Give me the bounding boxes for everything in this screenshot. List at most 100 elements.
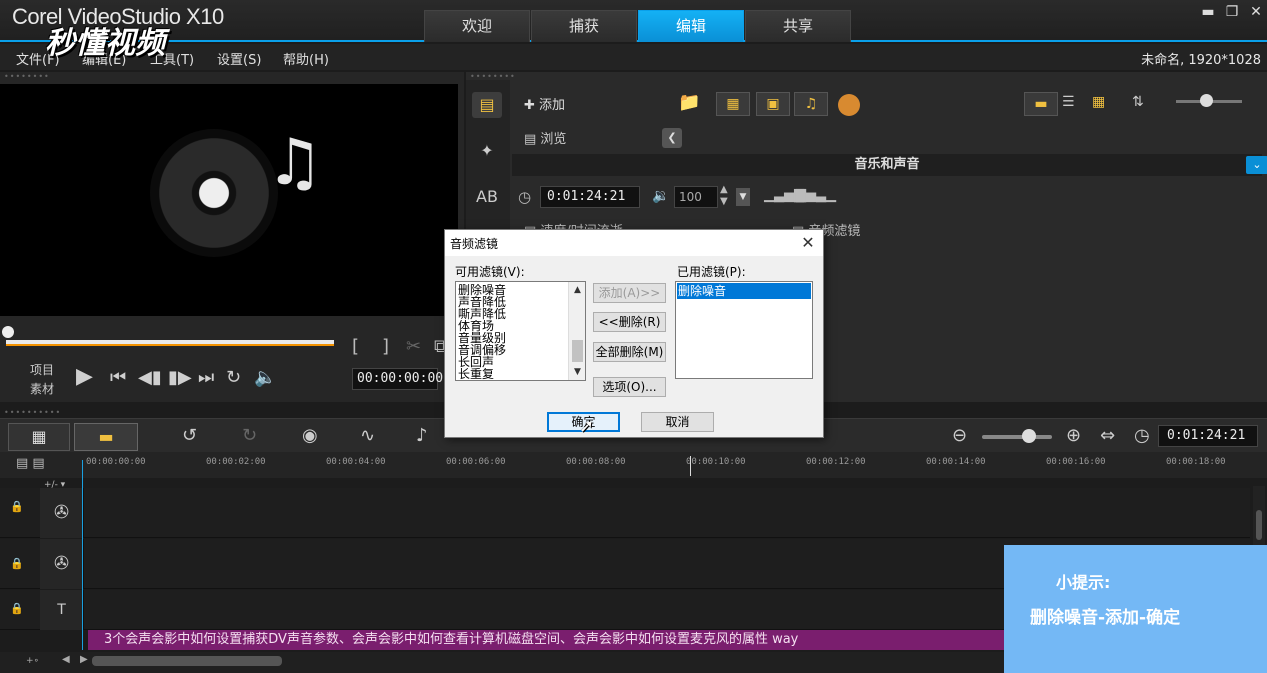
options-button[interactable]: 选项(O)... — [593, 377, 666, 397]
scroll-left-icon[interactable]: ◀ — [62, 654, 70, 665]
list-item[interactable]: 声音降低 — [458, 296, 570, 308]
lock-icon[interactable]: 🔒 — [10, 557, 24, 570]
mode-clip[interactable]: 素材 — [30, 380, 54, 399]
lock-icon[interactable]: 🔒 — [10, 602, 24, 615]
undo-icon[interactable]: ↺ — [182, 425, 197, 446]
fit-project-icon[interactable]: ⇔ — [1100, 425, 1115, 446]
ruler-tick: 00:00:10:00 — [686, 457, 746, 467]
list-item[interactable]: 删除噪音 — [458, 284, 570, 296]
timeline-view-icon[interactable]: ▬ — [74, 423, 138, 451]
scroll-down-icon[interactable]: ▼ — [569, 364, 586, 380]
zoom-in-icon[interactable]: ⊕ — [1066, 425, 1081, 446]
preview-timecode[interactable]: 00:00:00:00 — [352, 368, 443, 390]
scroll-right-icon[interactable]: ▶ — [80, 654, 88, 665]
end-icon[interactable]: ⏭ — [198, 367, 214, 388]
applied-filters-list[interactable]: 删除噪音 — [675, 281, 813, 379]
online-media-icon[interactable] — [838, 94, 860, 116]
tab-capture[interactable]: 捕获 — [531, 10, 637, 42]
video-track[interactable]: 🔒 ✇ — [0, 488, 1250, 538]
expand-track-icon[interactable]: +∘ — [26, 656, 39, 666]
duration-timecode[interactable]: 0:01:24:21 — [540, 186, 640, 208]
panel-grip[interactable]: •••••••••• — [4, 408, 61, 417]
list-item[interactable]: 体育场 — [458, 320, 570, 332]
scrubber-bar[interactable] — [6, 340, 334, 346]
show-photo-icon[interactable]: ▣ — [756, 92, 790, 116]
panel-grip[interactable]: •••••••• — [4, 72, 50, 81]
available-filters-list[interactable]: 删除噪音 声音降低 嘶声降低 体育场 音量级别 音调偏移 长回声 长重复 ▲ ▼ — [455, 281, 586, 381]
sound-mixer-icon[interactable]: ∿ — [360, 425, 375, 446]
zoom-slider[interactable] — [982, 435, 1052, 439]
horizontal-scroll-thumb[interactable] — [92, 656, 282, 666]
volume-dropdown[interactable]: ▼ — [736, 188, 750, 206]
show-audio-icon[interactable]: ♫ — [794, 92, 828, 116]
repeat-icon[interactable]: ↻ — [226, 367, 241, 388]
restore-button[interactable]: ❐ — [1222, 4, 1242, 20]
list-scroll-thumb[interactable] — [572, 340, 583, 362]
grid-view-icon[interactable]: ▦ — [1092, 94, 1105, 110]
folder-icon[interactable]: 📁 — [678, 92, 700, 113]
scroll-up-icon[interactable]: ▲ — [569, 282, 586, 298]
menu-help[interactable]: 帮助(H) — [283, 49, 329, 68]
menu-settings[interactable]: 设置(S) — [217, 49, 261, 68]
remove-all-button[interactable]: 全部删除(M) — [593, 342, 666, 362]
list-item[interactable]: 音调偏移 — [458, 344, 570, 356]
remove-filter-button[interactable]: <<删除(R) — [593, 312, 666, 332]
title-ab-icon[interactable]: AB — [472, 184, 502, 210]
minimize-button[interactable]: ▬ — [1198, 4, 1218, 20]
home-icon[interactable]: ⏮ — [110, 367, 126, 388]
add-folder-button[interactable]: ✚ 添加 — [524, 94, 565, 113]
list-item[interactable]: 长回声 — [458, 356, 570, 368]
list-item-selected[interactable]: 删除噪音 — [677, 283, 811, 299]
show-video-icon[interactable]: ▦ — [716, 92, 750, 116]
mode-project[interactable]: 项目 — [30, 361, 54, 380]
fx-icon[interactable]: ✦ — [472, 138, 502, 164]
timeline-scroll-thumb[interactable] — [1256, 510, 1262, 540]
timeline-ruler[interactable]: ▤ ▤ +/- ▾ 00:00:00:00 00:00:02:00 00:00:… — [0, 452, 1267, 490]
list-item[interactable]: 长重复 — [458, 368, 570, 380]
list-scrollbar[interactable]: ▲ ▼ — [568, 282, 585, 380]
timeline-timecode[interactable]: 0:01:24:21 — [1158, 425, 1258, 447]
close-icon[interactable]: ✕ — [797, 232, 819, 254]
cancel-button[interactable]: 取消 — [641, 412, 714, 432]
lock-icon[interactable]: 🔒 — [10, 500, 24, 513]
close-button[interactable]: ✕ — [1246, 4, 1266, 20]
list-view-icon[interactable]: ☰ — [1062, 94, 1075, 110]
sort-icon[interactable]: ⇅ — [1132, 94, 1144, 110]
scissors-icon[interactable]: ✂ — [406, 336, 421, 357]
mode-labels: 项目 素材 — [30, 361, 54, 399]
preview-screen: ♫ — [0, 84, 458, 316]
scrubber-handle[interactable] — [2, 326, 14, 338]
redo-icon[interactable]: ↻ — [242, 425, 257, 446]
next-frame-icon[interactable]: ▮▶ — [168, 367, 192, 388]
dialog-title-bar[interactable]: 音频滤镜 ✕ — [445, 230, 823, 256]
collapse-arrow-icon[interactable]: ❮ — [662, 128, 682, 148]
track-manager-icon[interactable]: ▤ ▤ — [16, 456, 45, 471]
media-library-icon[interactable]: ▤ — [472, 92, 502, 118]
volume-icon[interactable]: 🔈 — [254, 367, 276, 388]
play-icon[interactable]: ▶ — [76, 364, 93, 389]
fade-out-icon[interactable]: ▇▅▃▁ — [796, 188, 836, 203]
storyboard-view-icon[interactable]: ▦ — [8, 423, 70, 451]
timeline-playhead[interactable] — [82, 460, 83, 650]
volume-stepper[interactable]: ▲ ▼ — [720, 184, 728, 208]
preview-panel: •••••••• ♫ [ ] ✂ ⧉ 项目 素材 ▶ ⏮ ◀▮ ▮▶ ⏭ ↻ 🔈… — [0, 72, 464, 402]
add-filter-button[interactable]: 添加(A)>> — [593, 283, 666, 303]
zoom-knob[interactable] — [1022, 429, 1036, 443]
thumb-size-knob[interactable] — [1200, 94, 1213, 107]
mark-out-button[interactable]: ] — [382, 336, 389, 357]
tab-share[interactable]: 共享 — [745, 10, 851, 42]
list-item[interactable]: 嘶声降低 — [458, 308, 570, 320]
prev-frame-icon[interactable]: ◀▮ — [138, 367, 162, 388]
tab-edit[interactable]: 编辑 — [638, 10, 744, 42]
thumbnail-view-icon[interactable]: ▬ — [1024, 92, 1058, 116]
chevron-down-icon[interactable]: ⌄ — [1246, 156, 1267, 174]
tab-welcome[interactable]: 欢迎 — [424, 10, 530, 42]
auto-music-icon[interactable]: ♪ — [416, 425, 428, 446]
panel-grip[interactable]: •••••••• — [470, 72, 516, 81]
record-icon[interactable]: ◉ — [302, 425, 318, 446]
list-item[interactable]: 音量级别 — [458, 332, 570, 344]
browse-button[interactable]: ▤ 浏览 — [524, 128, 566, 147]
zoom-out-icon[interactable]: ⊖ — [952, 425, 967, 446]
volume-field[interactable]: 100 — [674, 186, 718, 208]
mark-in-button[interactable]: [ — [352, 336, 359, 357]
